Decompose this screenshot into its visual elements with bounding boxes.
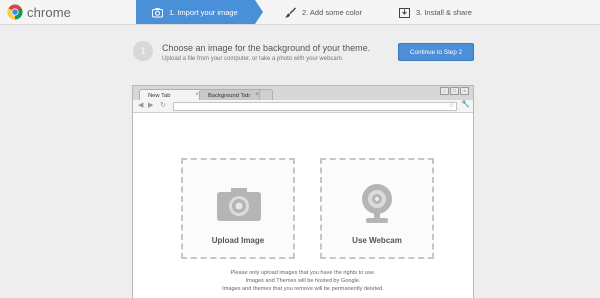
address-bar[interactable]: ☆ (173, 102, 457, 111)
forward-arrow-icon[interactable]: ▶ (148, 101, 153, 109)
page-viewport: Upload Image Use Webcam Please only uplo… (133, 113, 473, 298)
instruction-title: Choose an image for the background of yo… (162, 43, 371, 53)
webcam-icon (361, 184, 393, 224)
camera-icon (217, 188, 261, 221)
notice-line: Images and themes that you remove will b… (222, 286, 384, 292)
brand-name: chrome (27, 4, 71, 20)
camera-icon (152, 7, 163, 18)
step-number-badge: 1 (133, 41, 153, 61)
browser-preview: New Tab × Background Tab × – □ × ◀ ▶ ↻ ☆… (132, 85, 474, 298)
step-progress: 1. Import your image 2. Add some color 3… (136, 0, 600, 24)
window-controls: – □ × (440, 87, 469, 95)
tab-label: Background Tab (208, 92, 250, 99)
tab-label: New Tab (148, 92, 171, 99)
step-1-label: 1. Import your image (169, 7, 238, 17)
instruction-subtitle: Upload a file from your computer, or tak… (162, 56, 344, 62)
upload-image-dropzone[interactable]: Upload Image (181, 158, 295, 259)
upload-notice: Please only upload images that you have … (133, 269, 473, 293)
reload-icon[interactable]: ↻ (160, 101, 166, 109)
step-2[interactable]: 2. Add some color (269, 0, 389, 24)
top-bar: chrome 1. Import your image 2. Add some … (0, 0, 600, 25)
chrome-logo-icon (7, 4, 23, 20)
browser-toolbar: ◀ ▶ ↻ ☆ 🔧 (133, 100, 473, 113)
use-webcam-label: Use Webcam (352, 236, 402, 245)
step-2-label: 2. Add some color (302, 7, 363, 17)
notice-line: Please only upload images that you have … (230, 270, 376, 276)
wrench-icon[interactable]: 🔧 (461, 100, 470, 108)
back-arrow-icon[interactable]: ◀ (138, 101, 143, 109)
use-webcam-dropzone[interactable]: Use Webcam (320, 158, 434, 259)
maximize-icon[interactable]: □ (450, 87, 459, 95)
star-icon[interactable]: ☆ (449, 102, 454, 109)
continue-button[interactable]: Continue to Step 2 (398, 43, 474, 61)
window-close-icon[interactable]: × (460, 87, 469, 95)
install-icon (399, 7, 410, 18)
step-1[interactable]: 1. Import your image (136, 0, 263, 24)
step-3[interactable]: 3. Install & share (383, 0, 523, 24)
notice-line: Images and Themes will be hosted by Goog… (245, 278, 361, 284)
paintbrush-icon (285, 7, 296, 18)
upload-image-label: Upload Image (211, 236, 265, 245)
tab-strip: New Tab × Background Tab × – □ × (133, 86, 473, 101)
minimize-icon[interactable]: – (440, 87, 449, 95)
step-3-label: 3. Install & share (416, 7, 472, 17)
brand-logo[interactable]: chrome (7, 4, 71, 20)
